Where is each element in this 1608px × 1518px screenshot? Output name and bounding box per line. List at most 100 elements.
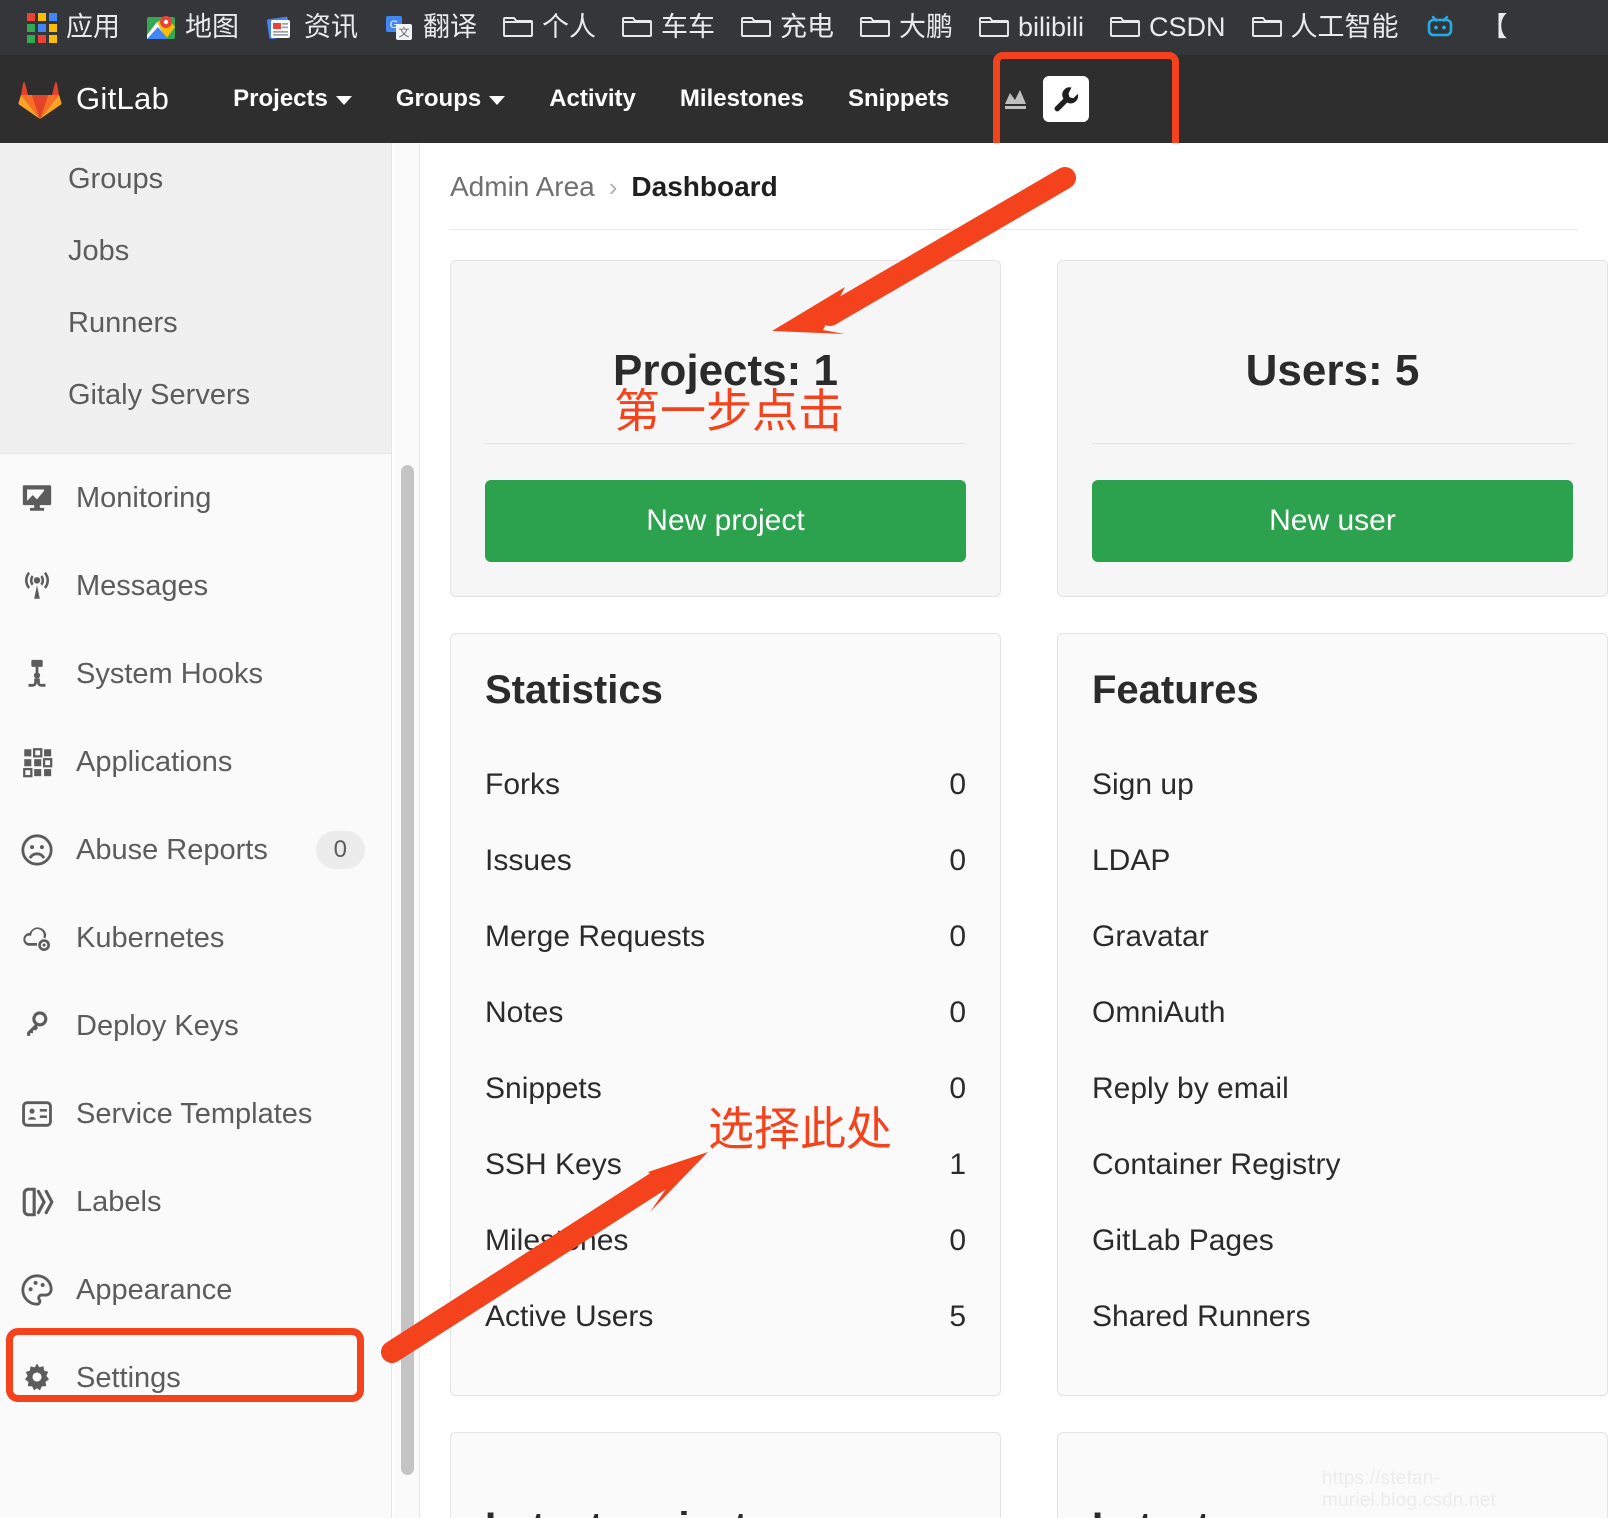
bookmark-label: 充电 xyxy=(780,12,834,42)
sidebar-sub-section: Groups Jobs Runners Gitaly Servers xyxy=(0,143,391,453)
folder-icon xyxy=(503,13,533,43)
table-row: SSH Keys 1 xyxy=(485,1127,966,1203)
gitlab-logo[interactable]: GitLab xyxy=(18,78,169,120)
stat-label: Forks xyxy=(485,768,560,801)
list-item: Gravatar xyxy=(1092,920,1209,953)
list-item: Shared Runners xyxy=(1092,1300,1311,1333)
sidebar-item-abuse-reports[interactable]: Abuse Reports 0 xyxy=(0,806,391,894)
stat-value: 0 xyxy=(949,1224,966,1257)
projects-card-title: Projects: 1 xyxy=(613,346,838,395)
bookmark-label: 【 xyxy=(1480,12,1508,42)
stat-label: Milestones xyxy=(485,1224,629,1257)
stat-label: Merge Requests xyxy=(485,920,706,953)
admin-dashboard-main: Admin Area › Dashboard Projects: 1 New p… xyxy=(420,143,1608,1518)
stat-label: Snippets xyxy=(485,1072,602,1105)
hook-icon xyxy=(18,655,56,693)
stat-value: 5 xyxy=(949,1300,966,1333)
list-item: LDAP xyxy=(1092,844,1171,877)
sidebar-item-label: Gitaly Servers xyxy=(68,378,251,411)
sidebar-item-runners[interactable]: Runners xyxy=(0,287,391,359)
sidebar-item-label: Monitoring xyxy=(76,481,212,514)
broadcast-icon xyxy=(18,567,56,605)
sidebar-item-kubernetes[interactable]: Kubernetes xyxy=(0,894,391,982)
breadcrumb-root[interactable]: Admin Area xyxy=(450,171,595,203)
bookmark-maps[interactable]: 地图 xyxy=(133,9,252,47)
abuse-reports-count-badge: 0 xyxy=(315,831,365,869)
users-card: Users: 5 New user xyxy=(1057,260,1608,597)
sidebar-item-appearance[interactable]: Appearance xyxy=(0,1246,391,1334)
folder-icon xyxy=(1251,13,1282,43)
features-panel: Features Sign up LDAP Gravatar OmniAuth … xyxy=(1057,633,1608,1396)
breadcrumb-current: Dashboard xyxy=(631,171,778,202)
nav-item-groups[interactable]: Groups xyxy=(374,87,527,111)
bookmark-truncated[interactable]: 【 xyxy=(1468,10,1521,45)
bookmark-folder-personal[interactable]: 个人 xyxy=(490,9,609,47)
sidebar-item-applications[interactable]: Applications xyxy=(0,718,391,806)
sidebar-item-label: Appearance xyxy=(76,1273,233,1306)
bookmark-folder-car[interactable]: 车车 xyxy=(609,9,728,47)
bookmark-label: 人工智能 xyxy=(1290,12,1399,42)
analytics-icon[interactable] xyxy=(993,76,1039,122)
bookmark-folder-bilibili[interactable]: bilibili xyxy=(966,9,1097,47)
sidebar-scrollbar-thumb[interactable] xyxy=(401,465,414,1475)
sidebar-item-gitaly-servers[interactable]: Gitaly Servers xyxy=(0,359,391,431)
list-item: Container Registry xyxy=(1092,1148,1341,1181)
bookmark-folder-charging[interactable]: 充电 xyxy=(728,9,847,47)
gear-icon xyxy=(18,1359,56,1397)
bookmark-folder-ai[interactable]: 人工智能 xyxy=(1239,9,1412,47)
sidebar-item-messages[interactable]: Messages xyxy=(0,542,391,630)
statistics-title: Statistics xyxy=(485,668,663,712)
sidebar-item-labels[interactable]: Labels xyxy=(0,1158,391,1246)
key-icon xyxy=(18,1007,56,1045)
bookmark-folder-dapeng[interactable]: 大鹏 xyxy=(847,9,966,47)
bookmark-translate[interactable]: G 文 翻译 xyxy=(371,9,490,47)
sidebar-item-label: System Hooks xyxy=(76,657,263,690)
sidebar-item-settings[interactable]: Settings xyxy=(0,1334,391,1422)
breadcrumb: Admin Area › Dashboard xyxy=(420,143,1608,203)
sidebar-item-label: Messages xyxy=(76,569,209,602)
bookmark-label: 大鹏 xyxy=(899,12,953,42)
statistics-panel: Statistics Forks 0 Issues 0 Merge Reques… xyxy=(450,633,1001,1396)
sidebar-item-label: Jobs xyxy=(68,234,130,267)
table-row: Active Users 5 xyxy=(485,1279,966,1355)
nav-item-snippets[interactable]: Snippets xyxy=(826,87,971,111)
stat-label: Issues xyxy=(485,844,572,877)
sidebar-item-monitoring[interactable]: Monitoring xyxy=(0,454,391,542)
table-row: Snippets 0 xyxy=(485,1051,966,1127)
svg-text:文: 文 xyxy=(399,25,410,39)
wrench-admin-icon[interactable] xyxy=(1043,76,1090,122)
table-row: Merge Requests 0 xyxy=(485,899,966,975)
new-user-button[interactable]: New user xyxy=(1092,480,1573,562)
breadcrumb-separator-icon: › xyxy=(608,171,618,202)
sidebar-item-service-templates[interactable]: Service Templates xyxy=(0,1070,391,1158)
list-item: OmniAuth xyxy=(1092,996,1226,1029)
nav-item-projects[interactable]: Projects xyxy=(211,87,374,111)
bookmark-folder-csdn[interactable]: CSDN xyxy=(1097,9,1239,47)
bookmark-apps[interactable]: 应用 xyxy=(14,9,133,47)
stat-label: Active Users xyxy=(485,1300,654,1333)
new-project-button[interactable]: New project xyxy=(485,480,966,562)
folder-icon xyxy=(741,13,771,43)
bookmark-news[interactable]: 资讯 xyxy=(252,9,371,47)
gitlab-top-nav: GitLab Projects Groups Activity Mileston… xyxy=(0,55,1608,143)
stat-label: Notes xyxy=(485,996,564,1029)
chevron-down-icon xyxy=(489,96,506,105)
nav-item-milestones[interactable]: Milestones xyxy=(658,87,826,111)
bookmark-bilibili-site[interactable] xyxy=(1412,9,1468,47)
gitlab-nav-menu: Projects Groups Activity Milestones Snip… xyxy=(211,87,971,111)
nav-item-activity[interactable]: Activity xyxy=(527,87,658,111)
stat-value: 1 xyxy=(949,1148,966,1181)
sidebar-item-groups[interactable]: Groups xyxy=(0,143,391,215)
gitlab-tanuki-icon xyxy=(18,78,62,120)
list-item: Sign up xyxy=(1092,768,1194,801)
google-maps-icon xyxy=(146,13,176,43)
chevron-down-icon xyxy=(335,96,352,105)
sidebar-item-label: Groups xyxy=(68,162,164,195)
sidebar-item-deploy-keys[interactable]: Deploy Keys xyxy=(0,982,391,1070)
bookmark-label: 地图 xyxy=(185,12,239,42)
admin-sidebar: Groups Jobs Runners Gitaly Servers Monit… xyxy=(0,143,392,1518)
bookmark-label: 个人 xyxy=(542,12,596,42)
sidebar-item-system-hooks[interactable]: System Hooks xyxy=(0,630,391,718)
sidebar-item-jobs[interactable]: Jobs xyxy=(0,215,391,287)
table-row: Issues 0 xyxy=(485,823,966,899)
